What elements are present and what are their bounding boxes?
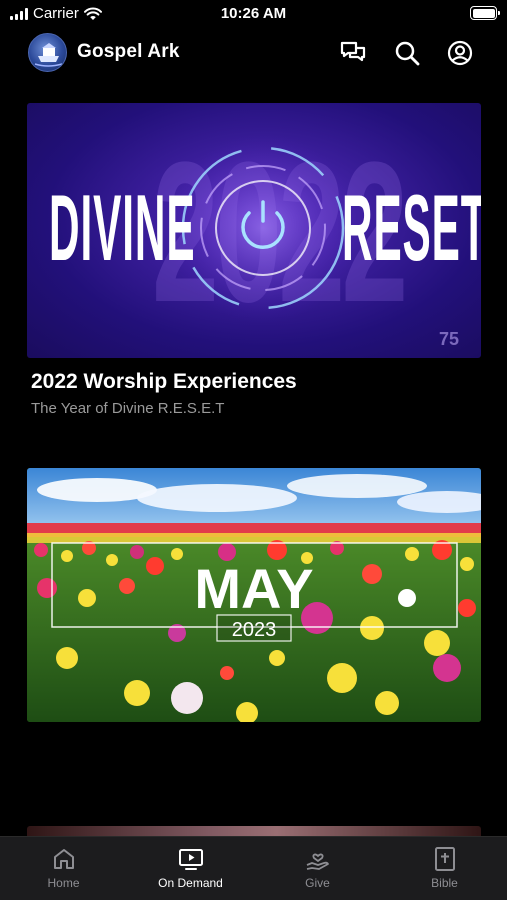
tab-give-label: Give — [305, 876, 330, 890]
card-word-reset: RESET — [342, 175, 481, 280]
home-icon — [53, 849, 74, 869]
tab-bible[interactable]: Bible — [381, 837, 507, 900]
series-card-next-peek[interactable] — [27, 826, 481, 836]
series-card-may[interactable]: MAY 2023 — [27, 468, 481, 722]
status-bar: Carrier 10:26 AM — [0, 0, 507, 30]
app-logo[interactable] — [28, 33, 67, 72]
search-icon[interactable] — [393, 39, 421, 67]
tab-on-demand-label: On Demand — [158, 876, 223, 890]
card-subtitle: The Year of Divine R.E.S.E.T — [31, 400, 225, 417]
tv-play-icon — [178, 849, 203, 870]
profile-icon[interactable] — [446, 39, 474, 67]
bible-icon — [434, 847, 455, 871]
anniversary-badge: 75 — [438, 329, 459, 349]
give-hand-heart-icon — [306, 853, 329, 870]
tulip-field-image: MAY 2023 — [27, 468, 481, 722]
tab-home-label: Home — [47, 876, 80, 890]
chat-icon[interactable] — [339, 39, 367, 67]
card-title[interactable]: 2022 Worship Experiences — [31, 370, 297, 394]
card-word-divine: DIVINE — [49, 175, 196, 280]
series-card-divine-reset[interactable]: 2022 DIVINE RESET 75 — [27, 103, 481, 358]
tab-give[interactable]: Give — [254, 837, 381, 900]
tab-on-demand[interactable]: On Demand — [127, 837, 254, 900]
card-year-text: 2023 — [232, 619, 277, 641]
tab-bar: Home On Demand Give Bible — [0, 836, 507, 900]
app-header: Gospel Ark — [0, 30, 507, 76]
battery-icon — [470, 6, 500, 20]
card-month-text: MAY — [194, 557, 313, 620]
tab-home[interactable]: Home — [0, 837, 127, 900]
status-time: 10:26 AM — [220, 5, 287, 22]
app-title: Gospel Ark — [77, 41, 180, 62]
tab-bible-label: Bible — [431, 876, 458, 890]
